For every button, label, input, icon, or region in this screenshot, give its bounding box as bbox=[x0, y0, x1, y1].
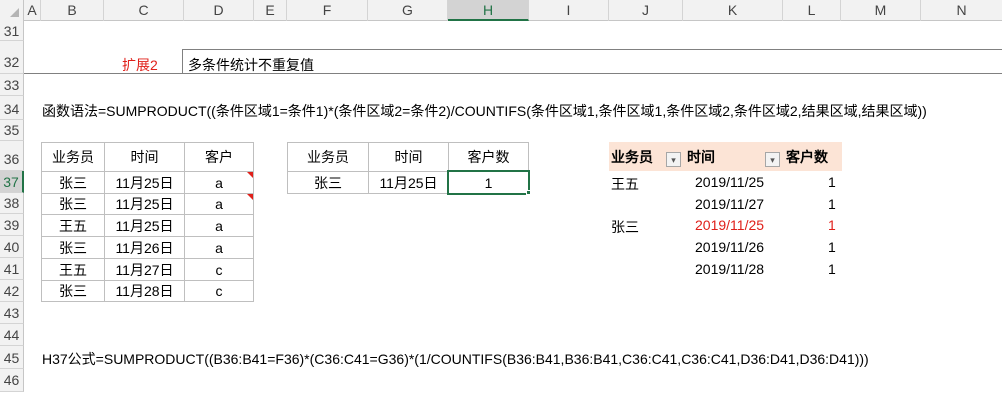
column-header-n[interactable]: N bbox=[921, 0, 1002, 21]
active-cell-selection bbox=[447, 170, 530, 195]
comment-indicator-icon[interactable] bbox=[247, 194, 253, 200]
source-cell[interactable]: c bbox=[184, 258, 254, 281]
column-header-c[interactable]: C bbox=[104, 0, 184, 21]
column-header-f[interactable]: F bbox=[287, 0, 368, 21]
lookup-header-date[interactable]: 时间 bbox=[368, 142, 449, 172]
pivot-date[interactable]: 2019/11/27 bbox=[695, 196, 764, 212]
column-header-d[interactable]: D bbox=[184, 0, 254, 21]
source-cell[interactable]: 张三 bbox=[41, 171, 105, 194]
row-header-35[interactable]: 35 bbox=[0, 120, 24, 141]
row-header-45[interactable]: 45 bbox=[0, 346, 24, 369]
fill-handle[interactable] bbox=[526, 190, 531, 195]
column-header-l[interactable]: L bbox=[783, 0, 841, 21]
pivot-header-salesperson[interactable]: 业务员 bbox=[611, 147, 653, 167]
syntax-text: 函数语法=SUMPRODUCT((条件区域1=条件1)*(条件区域2=条件2)/… bbox=[42, 103, 927, 119]
source-cell[interactable]: a bbox=[184, 236, 254, 259]
source-cell[interactable]: 张三 bbox=[41, 236, 105, 259]
pivot-count[interactable]: 1 bbox=[828, 196, 836, 212]
row-header-46[interactable]: 46 bbox=[0, 369, 24, 392]
source-cell[interactable]: 11月28日 bbox=[104, 280, 185, 302]
row-header-31[interactable]: 31 bbox=[0, 21, 24, 41]
source-cell[interactable]: 11月25日 bbox=[104, 171, 185, 194]
source-cell[interactable]: 11月25日 bbox=[104, 214, 185, 237]
pivot-date[interactable]: 2019/11/26 bbox=[695, 239, 764, 255]
pivot-date[interactable]: 2019/11/25 bbox=[695, 174, 764, 190]
source-header-customer[interactable]: 客户 bbox=[184, 142, 254, 172]
title-label: 扩展2 bbox=[122, 57, 158, 73]
title-divider bbox=[182, 49, 183, 74]
pivot-header-date[interactable]: 时间 bbox=[687, 147, 715, 167]
comment-indicator-icon[interactable] bbox=[247, 172, 253, 178]
column-header-h[interactable]: H bbox=[448, 0, 529, 21]
row-header-34[interactable]: 34 bbox=[0, 96, 24, 120]
column-header-k[interactable]: K bbox=[683, 0, 783, 21]
pivot-date-highlighted[interactable]: 2019/11/25 bbox=[695, 217, 764, 233]
source-cell[interactable]: a bbox=[184, 171, 254, 194]
row-header-41[interactable]: 41 bbox=[0, 258, 24, 280]
source-cell[interactable]: 11月27日 bbox=[104, 258, 185, 281]
row-header-39[interactable]: 39 bbox=[0, 214, 24, 236]
formula-text: H37公式=SUMPRODUCT((B36:B41=F36)*(C36:C41=… bbox=[42, 351, 869, 367]
row-header-40[interactable]: 40 bbox=[0, 236, 24, 258]
column-header-m[interactable]: M bbox=[841, 0, 921, 21]
pivot-date[interactable]: 2019/11/28 bbox=[695, 261, 764, 277]
row-header-44[interactable]: 44 bbox=[0, 324, 24, 346]
pivot-count[interactable]: 1 bbox=[828, 174, 836, 190]
source-cell[interactable]: 张三 bbox=[41, 193, 105, 215]
column-header-b[interactable]: B bbox=[41, 0, 104, 21]
select-all-icon bbox=[10, 8, 19, 17]
source-cell[interactable]: 11月25日 bbox=[104, 193, 185, 215]
column-header-j[interactable]: J bbox=[609, 0, 683, 21]
source-cell[interactable]: 张三 bbox=[41, 280, 105, 302]
column-header-g[interactable]: G bbox=[368, 0, 448, 21]
column-header-i[interactable]: I bbox=[529, 0, 609, 21]
row-header-36[interactable]: 36 bbox=[0, 141, 24, 171]
title-topline bbox=[183, 49, 1002, 50]
pivot-header-count[interactable]: 客户数 bbox=[786, 147, 828, 167]
lookup-salesperson-cell[interactable]: 张三 bbox=[287, 171, 369, 194]
source-cell[interactable]: 王五 bbox=[41, 214, 105, 237]
source-cell[interactable]: 11月26日 bbox=[104, 236, 185, 259]
pivot-salesperson[interactable]: 王五 bbox=[611, 174, 639, 194]
source-cell[interactable]: a bbox=[184, 193, 254, 215]
pivot-salesperson[interactable]: 张三 bbox=[611, 217, 639, 237]
source-cell[interactable]: a bbox=[184, 214, 254, 237]
row-header-33[interactable]: 33 bbox=[0, 74, 24, 96]
source-header-salesperson[interactable]: 业务员 bbox=[41, 142, 105, 172]
title-underline bbox=[24, 73, 1002, 74]
row-header-43[interactable]: 43 bbox=[0, 302, 24, 324]
filter-dropdown-icon[interactable]: ▾ bbox=[666, 152, 681, 167]
row-header-42[interactable]: 42 bbox=[0, 280, 24, 302]
row-header-37[interactable]: 37 bbox=[0, 171, 24, 193]
lookup-header-count[interactable]: 客户数 bbox=[448, 142, 529, 172]
source-cell[interactable]: 王五 bbox=[41, 258, 105, 281]
lookup-header-salesperson[interactable]: 业务员 bbox=[287, 142, 369, 172]
source-cell[interactable]: c bbox=[184, 280, 254, 302]
pivot-count[interactable]: 1 bbox=[828, 239, 836, 255]
pivot-count-highlighted[interactable]: 1 bbox=[828, 217, 836, 233]
title-text: 多条件统计不重复值 bbox=[188, 57, 314, 73]
pivot-count[interactable]: 1 bbox=[828, 261, 836, 277]
column-header-a[interactable]: A bbox=[24, 0, 41, 21]
row-header-38[interactable]: 38 bbox=[0, 193, 24, 214]
column-header-e[interactable]: E bbox=[254, 0, 287, 21]
lookup-date-cell[interactable]: 11月25日 bbox=[368, 171, 449, 194]
source-header-date[interactable]: 时间 bbox=[104, 142, 185, 172]
row-header-32[interactable]: 32 bbox=[0, 41, 24, 74]
filter-dropdown-icon[interactable]: ▾ bbox=[765, 152, 780, 167]
